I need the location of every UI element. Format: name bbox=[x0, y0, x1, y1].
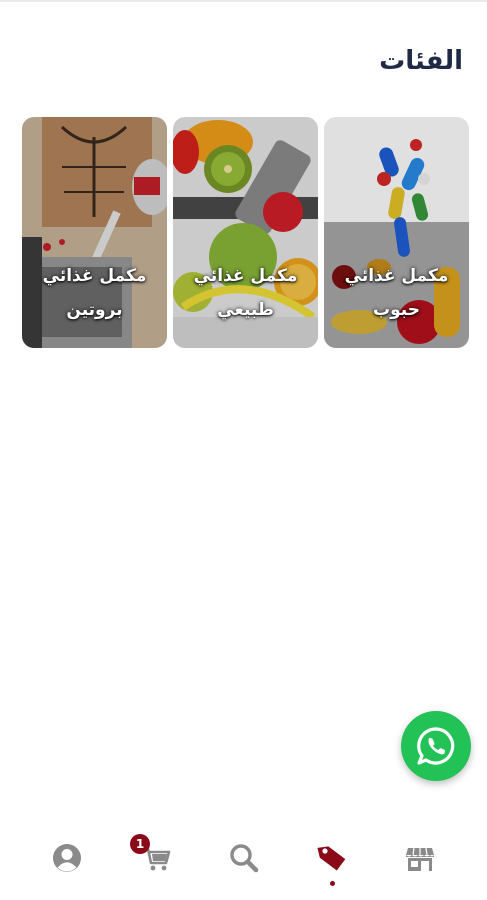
page-title: الفئات bbox=[379, 46, 463, 76]
bottom-navigation: 1 bbox=[0, 820, 487, 900]
top-divider bbox=[0, 0, 487, 2]
whatsapp-icon bbox=[417, 727, 455, 765]
category-card-natural[interactable]: مكمل غذائي طبيعي bbox=[173, 117, 318, 348]
user-icon bbox=[53, 844, 81, 872]
category-card-pills[interactable]: مكمل غذائي حبوب bbox=[324, 117, 469, 348]
nav-categories[interactable] bbox=[312, 838, 352, 878]
category-label-line1: مكمل غذائي bbox=[344, 266, 449, 286]
categories-grid: مكمل غذائي حبوب مكمل غذائي طبيعي مكمل غذ… bbox=[21, 117, 469, 349]
store-icon bbox=[406, 847, 434, 871]
category-label-line2: حبوب bbox=[373, 300, 420, 320]
active-indicator bbox=[330, 881, 335, 886]
nav-store[interactable] bbox=[400, 838, 440, 878]
category-label-line1: مكمل غذائي bbox=[193, 266, 298, 286]
whatsapp-button[interactable] bbox=[401, 711, 471, 781]
category-card-protein[interactable]: مكمل غذائي بروتين bbox=[22, 117, 167, 348]
category-label: مكمل غذائي بروتين bbox=[22, 259, 167, 327]
category-label: مكمل غذائي طبيعي bbox=[173, 259, 318, 327]
category-label-line1: مكمل غذائي bbox=[42, 266, 147, 286]
tag-icon bbox=[317, 846, 346, 871]
nav-cart[interactable]: 1 bbox=[130, 834, 176, 878]
cart-badge: 1 bbox=[130, 834, 150, 854]
category-label-line2: طبيعي bbox=[217, 300, 274, 320]
category-label-line2: بروتين bbox=[66, 300, 123, 320]
search-icon bbox=[230, 844, 259, 873]
category-label: مكمل غذائي حبوب bbox=[324, 259, 469, 327]
nav-account[interactable] bbox=[47, 838, 87, 878]
nav-search[interactable] bbox=[224, 838, 264, 878]
